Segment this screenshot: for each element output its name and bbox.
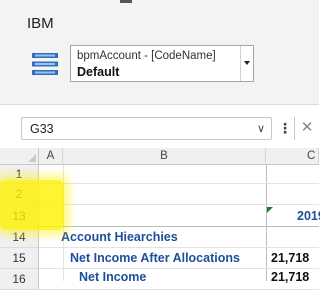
net-income-after-allocations-value[interactable]: 21,718 bbox=[271, 251, 309, 265]
row-header-13[interactable]: 13 bbox=[0, 205, 39, 227]
row-header-15[interactable]: 15 bbox=[0, 248, 39, 269]
more-options-icon[interactable]: ⋮ bbox=[278, 120, 292, 137]
chevron-down-icon[interactable]: ∨ bbox=[257, 122, 265, 135]
cell-comment-indicator bbox=[267, 207, 273, 213]
row-header-16[interactable]: 16 bbox=[0, 269, 39, 290]
account-list-icon[interactable] bbox=[32, 53, 58, 75]
table-row[interactable]: Account Hiearchies bbox=[39, 227, 319, 248]
table-row[interactable]: 2019 bbox=[39, 205, 320, 227]
dropdown-arrow-icon[interactable] bbox=[240, 46, 253, 81]
row-header-1[interactable]: 1 bbox=[0, 165, 39, 184]
cancel-x-icon[interactable]: ✕ bbox=[294, 117, 319, 140]
year-header-cell[interactable]: 2019 bbox=[297, 209, 320, 223]
select-all-corner[interactable] bbox=[0, 148, 39, 165]
account-selector-dimension: bpmAccount - [CodeName] bbox=[77, 50, 216, 62]
account-hierarchies-label[interactable]: Account Hiearchies bbox=[61, 230, 178, 244]
row-header-2[interactable]: 2 bbox=[0, 184, 39, 205]
table-row[interactable] bbox=[39, 165, 319, 184]
account-selector-value: Default bbox=[77, 65, 120, 79]
spreadsheet-grid: A B C 1 2 13 2019 14 Account Hiearchies … bbox=[0, 148, 320, 290]
column-header-b[interactable]: B bbox=[63, 148, 266, 165]
net-income-value[interactable]: 21,718 bbox=[271, 270, 309, 284]
ribbon-title: IBM bbox=[27, 15, 54, 32]
table-row[interactable] bbox=[39, 184, 319, 205]
column-header-a[interactable]: A bbox=[39, 148, 63, 165]
name-box-value: G33 bbox=[30, 122, 54, 136]
ribbon-top-accent bbox=[120, 0, 132, 3]
account-selector-dropdown[interactable]: bpmAccount - [CodeName] Default bbox=[70, 45, 254, 82]
table-row[interactable]: Net Income 21,718 bbox=[39, 269, 319, 290]
net-income-label[interactable]: Net Income bbox=[79, 270, 146, 284]
column-header-c[interactable]: C bbox=[266, 148, 319, 165]
row-header-14[interactable]: 14 bbox=[0, 227, 39, 248]
table-row[interactable]: Net Income After Allocations 21,718 bbox=[39, 248, 319, 269]
net-income-after-allocations-label[interactable]: Net Income After Allocations bbox=[70, 251, 240, 265]
name-box[interactable]: G33 ∨ bbox=[21, 117, 272, 140]
ibm-ribbon-panel: IBM bpmAccount - [CodeName] Default bbox=[0, 0, 319, 105]
